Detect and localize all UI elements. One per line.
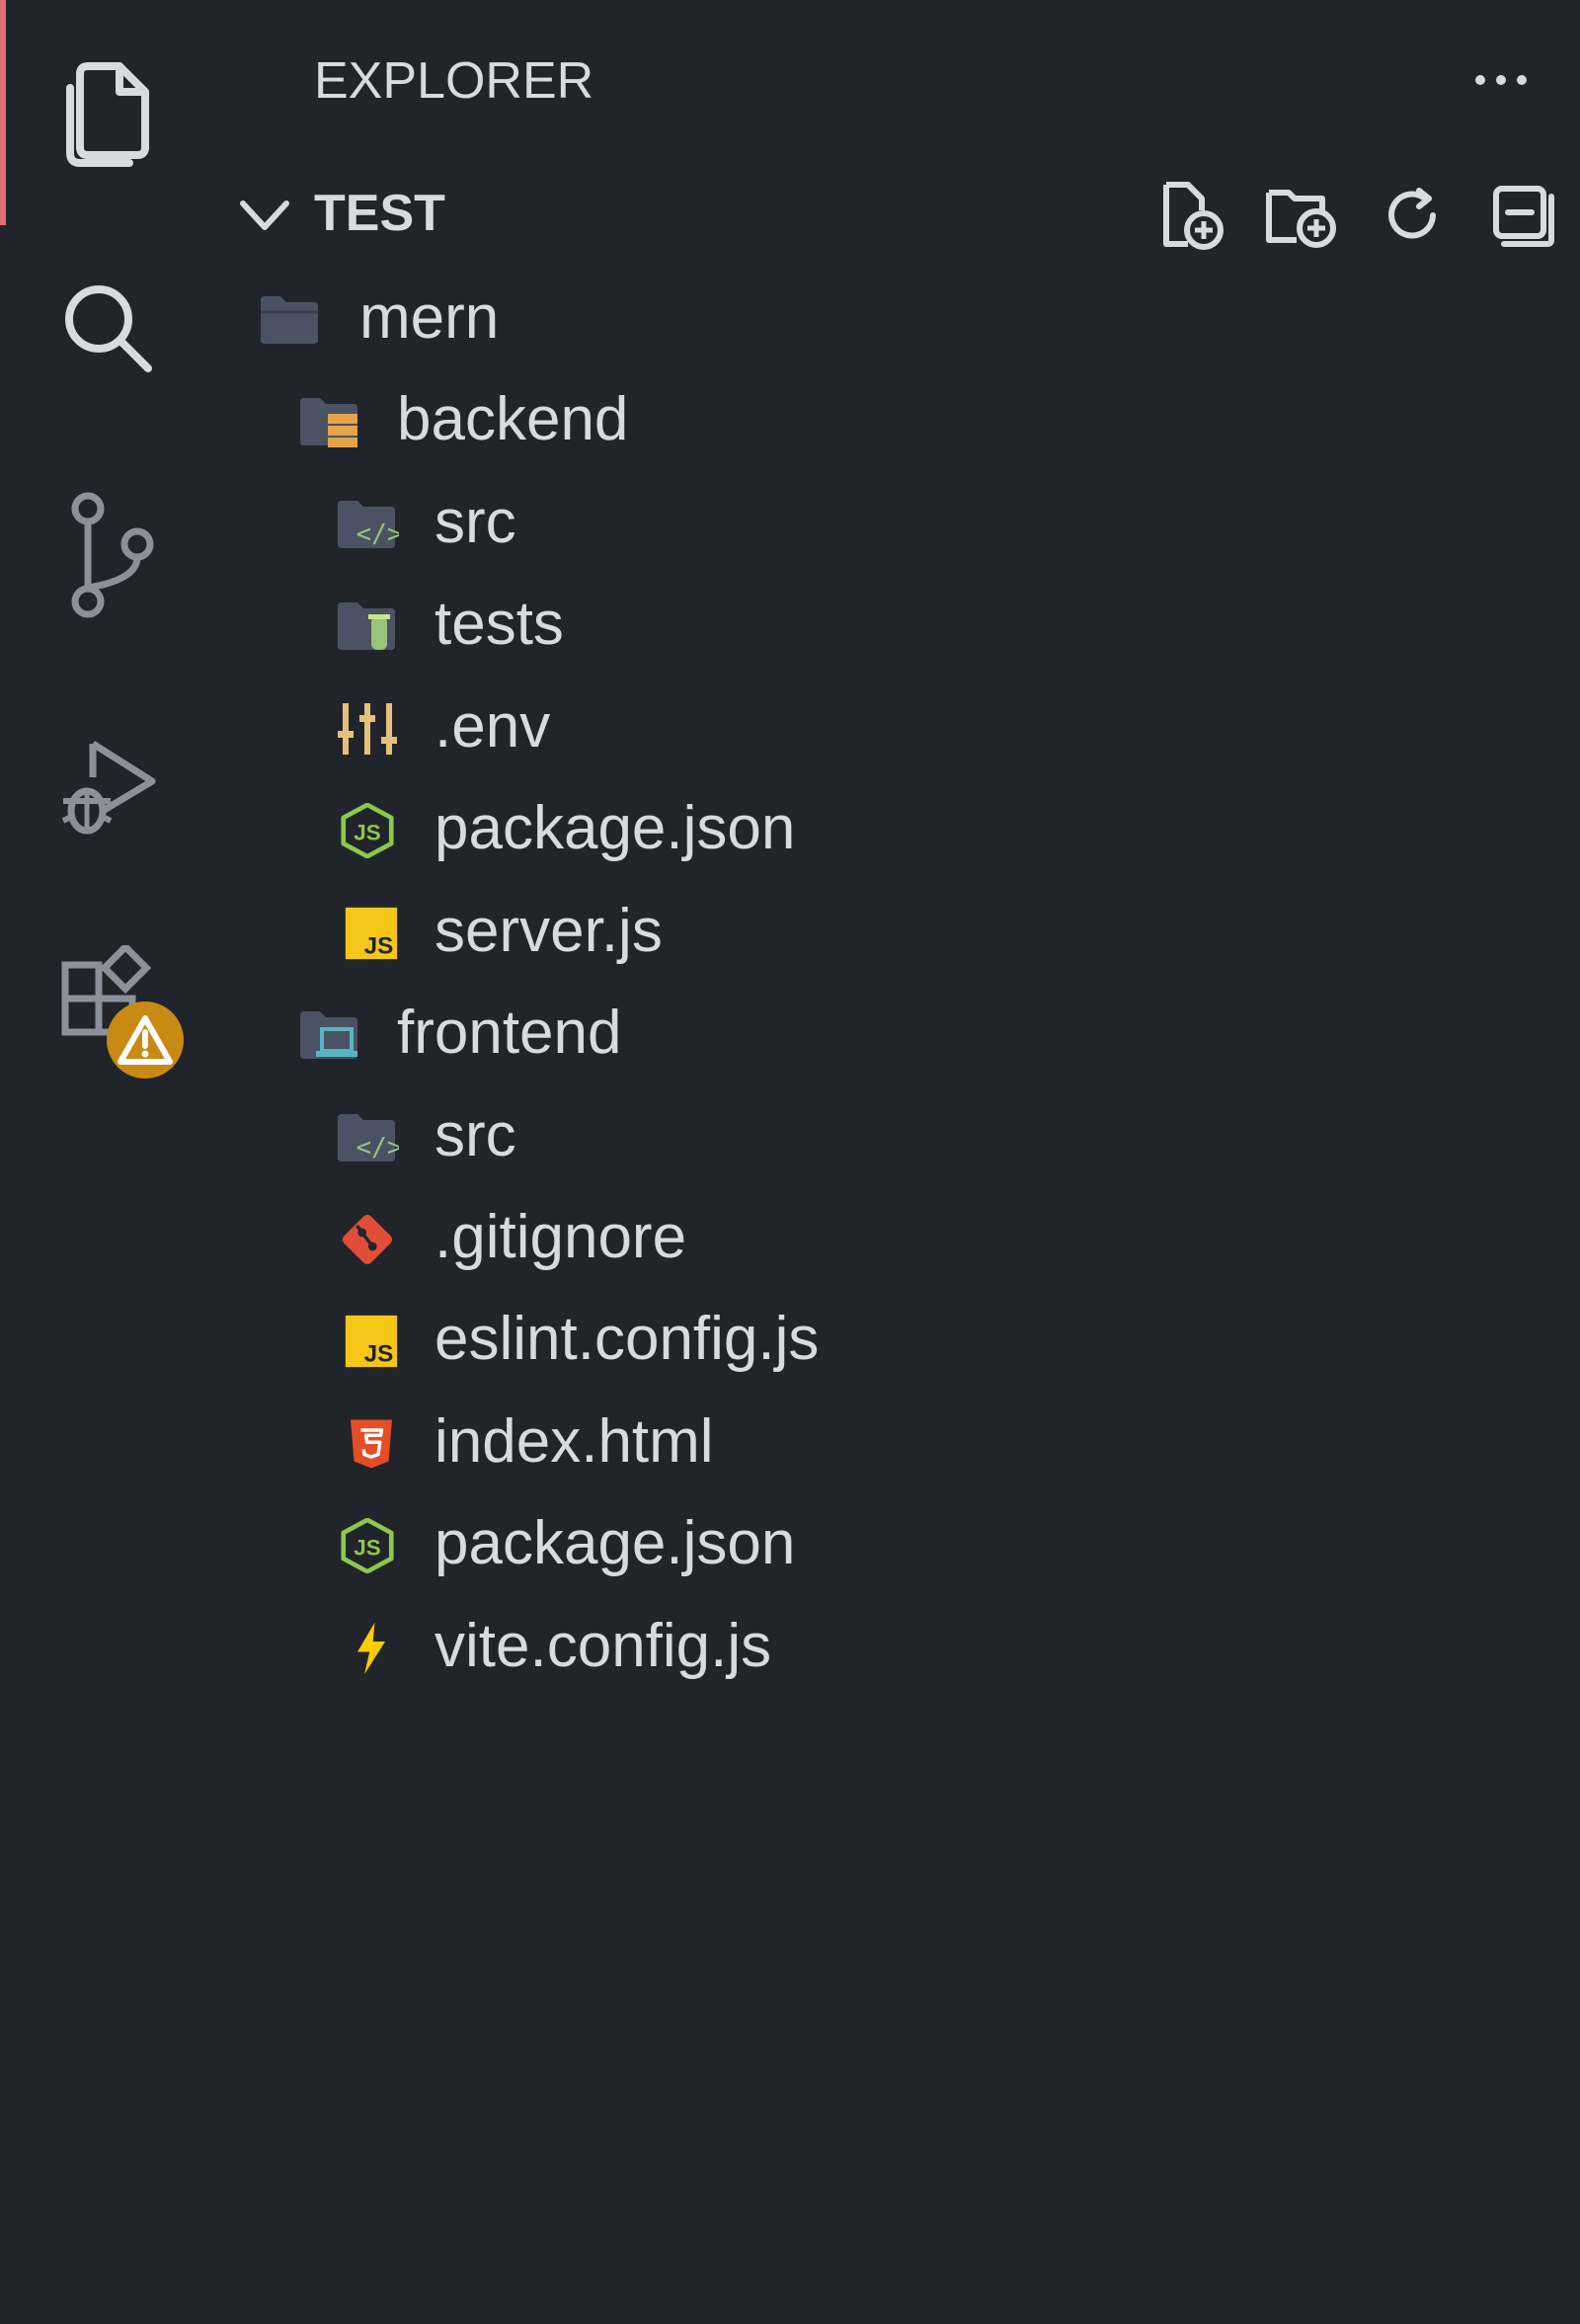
svg-text:JS: JS (364, 933, 394, 960)
tree-item-label: vite.config.js (434, 1612, 772, 1680)
section-actions (1136, 176, 1578, 255)
tree-item-gitignore[interactable]: .gitignore (215, 1188, 1580, 1287)
tree-item-index-html[interactable]: index.html (215, 1393, 1580, 1491)
svg-text:JS: JS (354, 1535, 380, 1560)
tree-item-label: src (434, 488, 516, 556)
new-file-button[interactable] (1136, 176, 1246, 255)
collapse-all-icon (1493, 186, 1554, 247)
html5-icon (351, 1419, 392, 1469)
tree-item-label: index.html (434, 1407, 714, 1476)
activity-search[interactable] (0, 229, 215, 427)
tree-item-label: frontend (397, 999, 622, 1067)
new-folder-icon (1266, 190, 1336, 248)
folder-src-icon: </> (338, 501, 399, 549)
ellipsis-icon (1475, 75, 1527, 85)
nodejs-icon: JS (341, 1518, 394, 1573)
section-header-test[interactable]: TEST (215, 166, 1580, 265)
collapse-all-button[interactable] (1467, 176, 1578, 255)
run-debug-icon (61, 741, 156, 835)
tree-item-label: .gitignore (434, 1203, 687, 1271)
tree-item-tests[interactable]: tests (215, 575, 1580, 674)
tree-item-frontend[interactable]: frontend (215, 984, 1580, 1082)
svg-text:</>: </> (356, 520, 399, 549)
activity-source-control[interactable] (0, 456, 215, 654)
tree-item-backend[interactable]: backend (215, 370, 1580, 469)
tree-item-label: backend (397, 385, 629, 453)
more-actions-button[interactable] (1462, 45, 1540, 115)
folder-src-icon: </> (338, 1114, 399, 1162)
tree-item-backend-src[interactable]: </> src (215, 473, 1580, 572)
tree-item-label: tests (434, 590, 564, 658)
javascript-icon: JS (345, 907, 398, 960)
tree-item-frontend-src[interactable]: </> src (215, 1086, 1580, 1185)
javascript-icon: JS (345, 1315, 398, 1368)
tree-item-server-js[interactable]: JS server.js (215, 882, 1580, 981)
files-icon (66, 62, 149, 167)
folder-icon (261, 296, 318, 344)
tree-item-label: eslint.config.js (434, 1305, 820, 1373)
tree-item-env[interactable]: .env (215, 678, 1580, 776)
tree-item-frontend-package-json[interactable]: JS package.json (215, 1494, 1580, 1593)
tree-item-label: package.json (434, 794, 796, 862)
refresh-icon (1388, 188, 1436, 239)
activity-explorer[interactable] (0, 0, 215, 225)
tree-item-vite-config[interactable]: vite.config.js (215, 1597, 1580, 1696)
folder-client-icon (300, 1011, 357, 1059)
svg-text:JS: JS (364, 1341, 394, 1368)
tree-item-eslint-config[interactable]: JS eslint.config.js (215, 1290, 1580, 1389)
tree-item-label: .env (434, 692, 551, 761)
new-folder-button[interactable] (1246, 176, 1357, 255)
git-icon (342, 1214, 393, 1265)
activity-bar (0, 0, 215, 2324)
source-control-icon (71, 492, 154, 618)
extensions-badge (107, 1002, 184, 1079)
refresh-button[interactable] (1357, 176, 1467, 255)
section-title: TEST (314, 185, 445, 242)
svg-text:JS: JS (354, 820, 380, 844)
tree-item-mern[interactable]: mern (215, 269, 1580, 367)
activity-run-debug[interactable] (0, 687, 215, 885)
svg-text:</>: </> (356, 1133, 399, 1162)
chevron-down-icon (240, 200, 289, 230)
tree-item-label: package.json (434, 1509, 796, 1577)
folder-test-icon (338, 602, 395, 650)
tree-item-label: server.js (434, 897, 663, 965)
new-file-icon (1163, 182, 1224, 250)
tree-item-label: mern (359, 283, 500, 352)
warning-icon (118, 1015, 173, 1065)
env-settings-icon (338, 703, 397, 755)
explorer-sidebar: EXPLORER TEST mern backend </> src tests… (215, 0, 1580, 2324)
vite-icon (357, 1622, 385, 1675)
explorer-title: EXPLORER (314, 52, 594, 110)
search-icon (65, 285, 152, 372)
folder-server-icon (300, 398, 357, 447)
activity-extensions[interactable] (0, 901, 215, 1098)
tree-item-label: src (434, 1101, 516, 1169)
tree-item-backend-package-json[interactable]: JS package.json (215, 779, 1580, 878)
nodejs-icon: JS (341, 803, 394, 858)
